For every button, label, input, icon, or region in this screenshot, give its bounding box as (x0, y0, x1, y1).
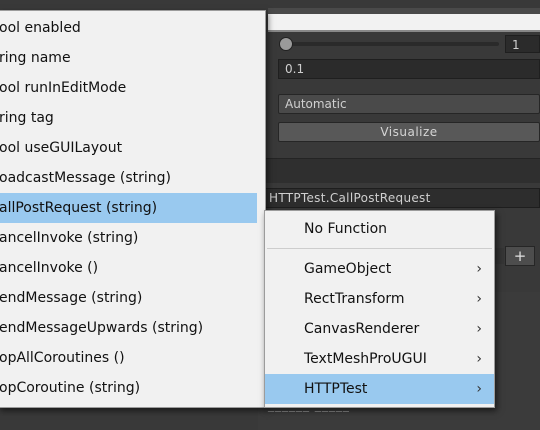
event-section-header (258, 158, 540, 183)
menu-item[interactable]: opAllCoroutines () (0, 343, 257, 373)
submenu-item-label: HTTPTest (304, 381, 368, 397)
slider-track[interactable] (284, 42, 499, 46)
submenu-item-label: TextMeshProUGUI (304, 351, 427, 367)
visualize-button[interactable]: Visualize (278, 122, 540, 142)
menu-item-label: ring tag (0, 110, 54, 126)
menu-item-label: ancelInvoke (string) (0, 230, 139, 246)
menu-item-label: ool enabled (0, 20, 81, 36)
menu-item[interactable]: ring tag (0, 103, 257, 133)
menu-item-label: opCoroutine (string) (0, 380, 141, 396)
menu-item[interactable]: endMessage (string) (0, 283, 257, 313)
submenu-separator (267, 248, 492, 249)
chevron-right-icon: › (476, 351, 482, 367)
menu-item[interactable]: ancelInvoke () (0, 253, 257, 283)
submenu-item-textmeshprougui[interactable]: TextMeshProUGUI › (265, 344, 494, 374)
chevron-right-icon: › (476, 321, 482, 337)
slider-thumb[interactable] (279, 37, 293, 51)
menu-item[interactable]: endMessageUpwards (string) (0, 313, 257, 343)
menu-item-selected[interactable]: allPostRequest (string) (0, 193, 257, 223)
menu-item-label: oadcastMessage (string) (0, 170, 172, 186)
function-menu: ool enabled ring name ool runInEditMode … (0, 10, 266, 408)
menu-item[interactable]: ool runInEditMode (0, 73, 257, 103)
component-submenu: No Function GameObject › RectTransform ›… (264, 210, 495, 408)
submenu-item-recttransform[interactable]: RectTransform › (265, 284, 494, 314)
function-selector-field[interactable]: HTTPTest.CallPostRequest (262, 188, 540, 208)
menu-item-label: opAllCoroutines () (0, 350, 125, 366)
update-mode-dropdown[interactable]: Automatic (278, 94, 540, 114)
menu-item[interactable]: oadcastMessage (string) (0, 163, 257, 193)
slider-value-field[interactable]: 1 (505, 35, 540, 53)
color-preview-bar[interactable] (268, 8, 540, 32)
submenu-item-label: No Function (304, 221, 388, 237)
menu-item-label: ool useGUILayout (0, 140, 123, 156)
chevron-right-icon: › (476, 261, 482, 277)
menu-item-label: ancelInvoke () (0, 260, 99, 276)
menu-item[interactable]: ring name (0, 43, 257, 73)
submenu-item-gameobject[interactable]: GameObject › (265, 254, 494, 284)
add-event-button[interactable]: + (505, 246, 535, 266)
menu-item[interactable]: opCoroutine (string) (0, 373, 257, 403)
menu-item[interactable]: ool useGUILayout (0, 133, 257, 163)
submenu-item-httptest[interactable]: HTTPTest › (265, 374, 494, 404)
float-field[interactable]: 0.1 (278, 59, 540, 79)
menu-item[interactable]: ool enabled (0, 13, 257, 43)
submenu-item-canvasrenderer[interactable]: CanvasRenderer › (265, 314, 494, 344)
submenu-item-label: RectTransform (304, 291, 405, 307)
submenu-item-no-function[interactable]: No Function (265, 214, 494, 244)
submenu-item-label: CanvasRenderer (304, 321, 420, 337)
menu-item-label: ring name (0, 50, 71, 66)
submenu-item-label: GameObject (304, 261, 392, 277)
chevron-right-icon: › (476, 381, 482, 397)
menu-item-label: ool runInEditMode (0, 80, 127, 96)
menu-item-label: allPostRequest (string) (0, 200, 158, 216)
chevron-right-icon: › (476, 291, 482, 307)
menu-item[interactable]: ancelInvoke (string) (0, 223, 257, 253)
menu-item-label: endMessage (string) (0, 290, 143, 306)
menu-item-label: endMessageUpwards (string) (0, 320, 204, 336)
